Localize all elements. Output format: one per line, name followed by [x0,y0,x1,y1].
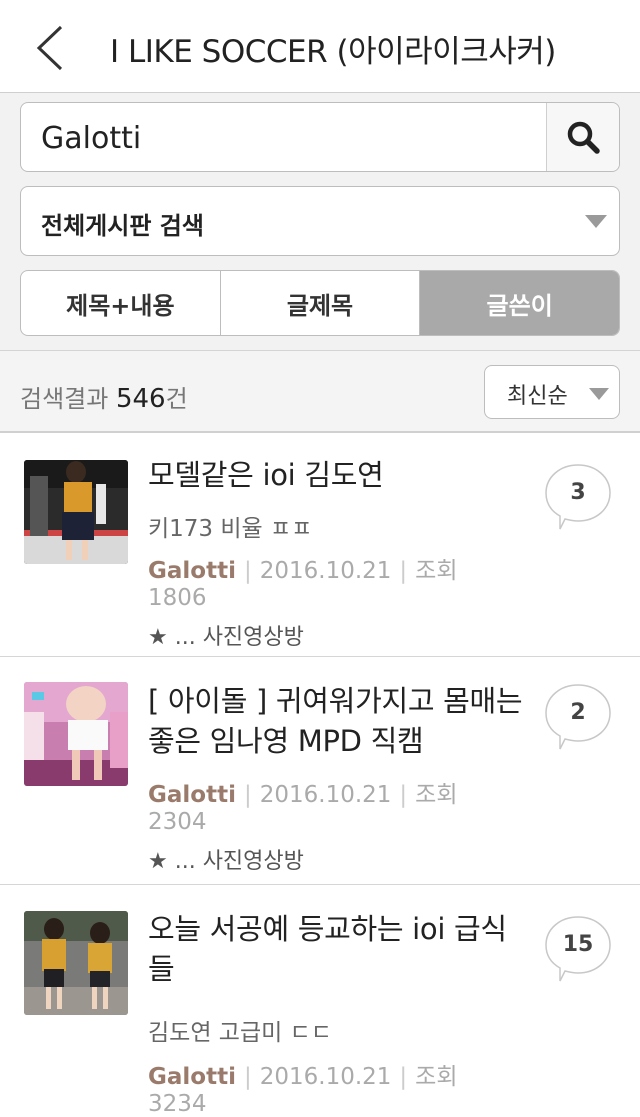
post-views-label: 조회 [415,782,458,808]
sort-select[interactable]: 최신순 [484,365,620,419]
tab-author[interactable]: 글쓴이 [420,271,619,335]
post-subtitle: 김도연 고급미 ㄷㄷ [148,1020,332,1046]
post-views: 1806 [148,585,207,611]
dropdown-arrow-icon [589,388,609,400]
search-button[interactable] [546,103,619,171]
list-item[interactable]: 모델같은 ioi 김도연 키173 비율 ㅍㅍ Galotti | 2016.10.… [0,433,640,657]
sort-label: 최신순 [507,384,568,409]
post-views-label: 조회 [415,558,458,584]
search-panel: 전체게시판 검색 제목+내용 글제목 글쓴이 [0,93,640,351]
result-count-text: 검색결과 546건 [20,379,188,414]
comment-count-bubble[interactable]: 3 [544,463,612,531]
post-views-label: 조회 [415,1064,458,1090]
search-field-segmented-control: 제목+내용 글제목 글쓴이 [20,270,620,336]
back-button[interactable] [22,20,78,76]
post-title[interactable]: [ 아이돌 ] 귀여워가지고 몸매는 좋은 임나영 MPD 직캠 [148,681,528,761]
dropdown-arrow-icon [585,215,607,228]
post-title[interactable]: 모델같은 ioi 김도연 [148,455,528,495]
post-author[interactable]: Galotti [148,782,236,808]
post-views: 2304 [148,809,207,835]
post-list: 모델같은 ioi 김도연 키173 비율 ㅍㅍ Galotti | 2016.10.… [0,433,640,1117]
post-thumbnail[interactable] [24,911,128,1015]
search-input[interactable] [39,115,543,161]
post-date: 2016.10.21 [259,1064,392,1090]
post-author[interactable]: Galotti [148,558,236,584]
result-prefix: 검색결과 [20,385,116,413]
post-thumbnail[interactable] [24,682,128,786]
post-thumbnail[interactable] [24,460,128,564]
search-box [20,102,620,172]
post-title[interactable]: 오늘 서공예 등교하는 ioi 급식들 [148,909,528,989]
app-header: I LIKE SOCCER (아이라이크사커) [0,0,640,93]
tab-title-content[interactable]: 제목+내용 [21,271,221,335]
tab-title[interactable]: 글제목 [221,271,421,335]
post-board[interactable]: ★ ... 사진영상방 [148,619,304,651]
list-item[interactable]: [ 아이돌 ] 귀여워가지고 몸매는 좋은 임나영 MPD 직캠 Galotti… [0,657,640,885]
comment-count-bubble[interactable]: 2 [544,683,612,751]
post-subtitle: 키173 비율 ㅍㅍ [148,516,313,542]
comment-count-bubble[interactable]: 15 [544,915,612,983]
result-count: 546 [115,384,166,414]
comment-count: 3 [570,479,586,505]
page-title: I LIKE SOCCER (아이라이크사커) [110,34,556,70]
post-author[interactable]: Galotti [148,1064,236,1090]
post-date: 2016.10.21 [259,782,392,808]
board-scope-select[interactable]: 전체게시판 검색 [20,186,620,256]
search-icon [567,121,600,154]
post-meta: Galotti | 2016.10.21 | 조회 [148,558,458,584]
post-date: 2016.10.21 [259,558,392,584]
results-bar: 검색결과 546건 최신순 [0,351,640,433]
post-meta: Galotti | 2016.10.21 | 조회 [148,782,458,808]
chevron-left-icon [36,25,63,71]
result-suffix: 건 [165,385,188,413]
comment-count: 2 [570,699,586,725]
board-scope-label: 전체게시판 검색 [41,212,204,240]
comment-count: 15 [562,931,594,957]
post-views: 3234 [148,1091,207,1117]
post-board[interactable]: ★ ... 사진영상방 [148,843,304,875]
list-item[interactable]: 오늘 서공예 등교하는 ioi 급식들 김도연 고급미 ㄷㄷ Galotti | 2… [0,885,640,1117]
